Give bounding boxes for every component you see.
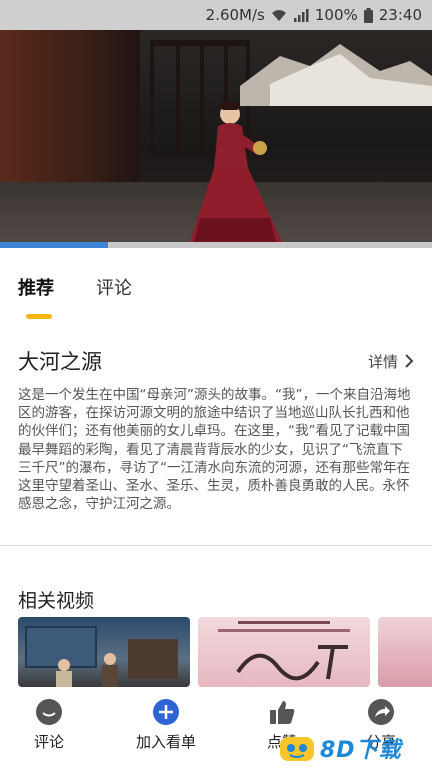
comment-icon (35, 698, 63, 726)
details-label: 详情 (367, 352, 398, 371)
clock: 23:40 (378, 6, 422, 24)
add-to-watchlist-label: 加入看单 (135, 733, 196, 751)
tab-recommend[interactable]: 推荐 (18, 274, 54, 300)
watermark: 8D下载 (278, 728, 432, 768)
related-video-thumbnail[interactable] (198, 617, 370, 687)
show-description: 这是一个发生在中国“母亲河”源头的故事。“我”，一个来自沿海地区的游客，在探访河… (18, 387, 411, 513)
related-video-thumbnail[interactable] (18, 617, 190, 687)
share-icon (367, 698, 395, 726)
tab-indicator (26, 314, 52, 319)
battery-icon (363, 7, 373, 23)
signal-icon (293, 8, 309, 22)
tab-comments[interactable]: 评论 (96, 274, 132, 300)
details-link[interactable]: 详情 (368, 351, 414, 372)
chevron-right-icon (405, 354, 414, 368)
comment-button[interactable]: 评论 (4, 698, 94, 752)
related-videos-title: 相关视频 (18, 590, 95, 612)
video-scene-mountain (240, 44, 432, 106)
add-to-watchlist-button[interactable]: 加入看单 (121, 698, 211, 752)
watermark-text: 8D下载 (320, 738, 402, 763)
video-player[interactable] (0, 30, 432, 242)
divider (0, 545, 432, 546)
video-dancer (190, 102, 282, 242)
related-videos-list (18, 617, 432, 687)
battery-percent: 100% (314, 6, 358, 24)
plus-icon (152, 698, 180, 726)
tab-bar: 推荐 评论 (0, 248, 432, 330)
network-speed: 2.60M/s (205, 6, 265, 24)
thumbs-up-icon (268, 698, 296, 726)
show-title: 大河之源 (18, 350, 102, 374)
watermark-logo-icon (280, 737, 314, 761)
status-bar: 2.60M/s 100% 23:40 (0, 0, 432, 30)
wifi-icon (271, 8, 287, 22)
show-title-row: 大河之源 详情 (18, 346, 414, 376)
comment-label: 评论 (33, 733, 64, 751)
related-video-thumbnail[interactable] (378, 617, 432, 687)
